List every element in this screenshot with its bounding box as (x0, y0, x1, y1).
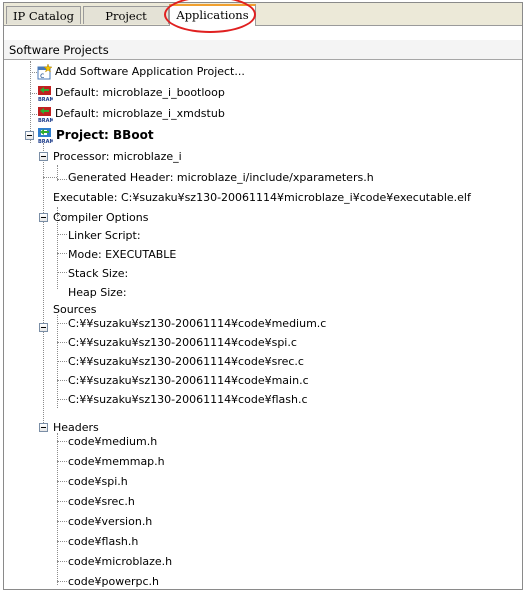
default-bootloop[interactable]: Default: microblaze_i_bootloop (55, 84, 225, 102)
heap-size[interactable]: Heap Size: (68, 284, 127, 302)
stack-size[interactable]: Stack Size: (68, 265, 128, 283)
tree-line (57, 441, 67, 442)
header-file[interactable]: code¥medium.h (68, 433, 157, 451)
project-tree[interactable]: c Add Software Application Project... BR… (4, 61, 522, 589)
tree-line (57, 481, 67, 482)
tree-line (30, 93, 37, 94)
tree-line (57, 521, 67, 522)
collapse-processor-toggle[interactable] (39, 152, 48, 161)
tree-line (57, 501, 67, 502)
tab-ip-catalog-label: IP Catalog (12, 9, 75, 23)
source-file[interactable]: C:¥¥suzaku¥sz130-20061114¥code¥flash.c (68, 391, 308, 409)
tree-line (57, 561, 67, 562)
header-file[interactable]: code¥memmap.h (68, 453, 165, 471)
compiler-options[interactable]: Compiler Options (53, 209, 148, 227)
panel-title: Software Projects (9, 43, 109, 57)
mode[interactable]: Mode: EXECUTABLE (68, 246, 176, 264)
executable-path[interactable]: Executable: C:¥suzaku¥sz130-20061114¥mic… (53, 189, 471, 207)
tree-line (57, 380, 67, 381)
collapse-headers-toggle[interactable] (39, 423, 48, 432)
header-file[interactable]: code¥spi.h (68, 473, 128, 491)
project-bboot[interactable]: Project: BBoot (56, 126, 154, 144)
tree-line (57, 253, 67, 254)
source-file[interactable]: C:¥¥suzaku¥sz130-20061114¥code¥srec.c (68, 353, 304, 371)
svg-text:BRAM: BRAM (38, 118, 53, 122)
svg-text:BRAM: BRAM (38, 139, 53, 143)
collapse-project-toggle[interactable] (25, 131, 34, 140)
header-file[interactable]: code¥microblaze.h (68, 553, 172, 571)
tree-line (30, 72, 37, 73)
tab-bar: IP Catalog Project Applications (4, 0, 522, 33)
source-file[interactable]: C:¥¥suzaku¥sz130-20061114¥code¥spi.c (68, 334, 297, 352)
svg-text:BRAM: BRAM (38, 97, 53, 101)
tab-project[interactable]: Project (83, 6, 169, 24)
tab-project-label: Project (105, 9, 147, 23)
add-software-app-project[interactable]: Add Software Application Project... (55, 63, 245, 81)
default-xmdstub[interactable]: Default: microblaze_i_xmdstub (55, 105, 225, 123)
tree-line (57, 399, 67, 400)
tree-line (57, 272, 67, 273)
tree-line (57, 323, 67, 324)
tab-ip-catalog[interactable]: IP Catalog (6, 6, 81, 24)
tree-line (57, 179, 67, 180)
panel-spacer (4, 26, 522, 40)
header-file[interactable]: code¥version.h (68, 513, 152, 531)
project-icon: BRAM (37, 127, 55, 145)
tree-line (57, 361, 67, 362)
collapse-sources-toggle[interactable] (39, 323, 48, 332)
generated-header[interactable]: Generated Header: microblaze_i/include/x… (68, 169, 374, 187)
bram-app-icon: BRAM (37, 106, 55, 124)
collapse-compiler-options-toggle[interactable] (39, 213, 48, 222)
tree-line (30, 114, 37, 115)
header-file[interactable]: code¥flash.h (68, 533, 138, 551)
source-file[interactable]: C:¥¥suzaku¥sz130-20061114¥code¥main.c (68, 372, 309, 390)
source-file[interactable]: C:¥¥suzaku¥sz130-20061114¥code¥medium.c (68, 315, 326, 333)
linker-script[interactable]: Linker Script: (68, 227, 141, 245)
header-file[interactable]: code¥srec.h (68, 493, 135, 511)
bram-app-icon: BRAM (37, 85, 55, 103)
tree-line (57, 342, 67, 343)
processor-node[interactable]: Processor: microblaze_i (53, 148, 182, 166)
add-project-icon: c (37, 63, 53, 80)
tree-line (57, 581, 67, 582)
tree-line (57, 461, 67, 462)
tree-line (57, 234, 67, 235)
applications-panel: IP Catalog Project Applications Software… (3, 0, 523, 590)
tree-line-project (43, 143, 44, 425)
header-file[interactable]: code¥powerpc.h (68, 573, 159, 591)
tree-line (57, 541, 67, 542)
tree-line (43, 177, 57, 178)
panel-header: Software Projects (4, 40, 522, 60)
svg-text:c: c (40, 71, 44, 80)
tree-line-headers (57, 433, 58, 585)
